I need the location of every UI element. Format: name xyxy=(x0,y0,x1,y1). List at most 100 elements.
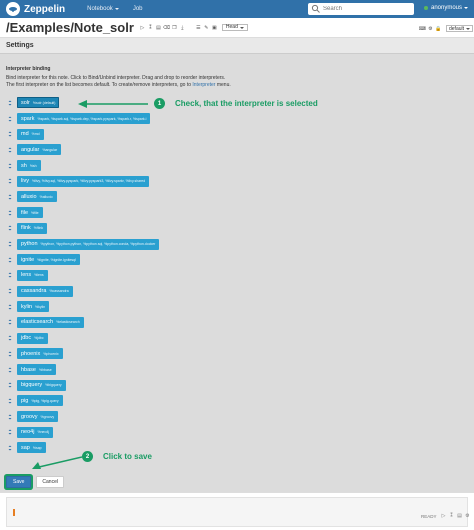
interpreter-row-groovy: groovy %groovy xyxy=(6,409,468,425)
drag-handle-icon[interactable] xyxy=(6,334,14,342)
annotation-step-2-text: Click to save xyxy=(103,452,152,461)
run-paragraph-icon[interactable]: ▷ xyxy=(441,513,446,519)
toggle-editor-icon[interactable]: ⁑ xyxy=(449,513,454,519)
annotation-step-1-number: 1 xyxy=(154,98,165,109)
interpreter-name: jdbc xyxy=(21,335,32,342)
paragraph-gear-icon[interactable]: ⚙ xyxy=(465,513,470,519)
chevron-down-icon xyxy=(466,27,471,30)
drag-handle-icon[interactable] xyxy=(6,271,14,279)
annotation-step-2: 2 Click to save xyxy=(82,451,152,462)
export-icon[interactable]: ⤓ xyxy=(180,25,185,31)
lock-icon[interactable]: 🔒 xyxy=(435,26,441,32)
drag-handle-icon[interactable] xyxy=(6,99,14,107)
drag-handle-icon[interactable] xyxy=(6,413,14,421)
interpreter-toggle-cassandra[interactable]: cassandra %cassandra xyxy=(17,285,73,297)
user-menu[interactable]: anonymous xyxy=(424,5,469,11)
interpreter-toggle-angular[interactable]: angular %angular xyxy=(17,144,62,156)
chevron-down-icon xyxy=(239,26,244,29)
toggle-output-icon[interactable]: ▤ xyxy=(457,513,462,519)
toggle-output-icon[interactable]: ▤ xyxy=(156,25,161,31)
search-input[interactable] xyxy=(323,6,411,12)
interpreter-row-alluxio: alluxio %alluxio xyxy=(6,189,468,205)
interpreter-row-python: python %python, %python.python, %python.s… xyxy=(6,236,468,252)
interpreter-aliases: %cassandra xyxy=(49,289,69,294)
interpreter-aliases: %angular xyxy=(42,147,58,152)
interpreter-toggle-jdbc[interactable]: jdbc %jdbc xyxy=(17,332,48,344)
interpreter-toggle-sh[interactable]: sh %sh xyxy=(17,160,41,172)
keyboard-icon[interactable]: ⌨ xyxy=(419,26,426,32)
commit-icon[interactable]: ✎ xyxy=(204,25,209,31)
interpreter-toggle-file[interactable]: file %file xyxy=(17,207,43,219)
drag-handle-icon[interactable] xyxy=(6,444,14,452)
paragraph-editor[interactable]: READY ▷ ⁑ ▤ ⚙ xyxy=(6,497,470,527)
drag-handle-icon[interactable] xyxy=(6,366,14,374)
search-box[interactable] xyxy=(308,3,414,15)
drag-handle-icon[interactable] xyxy=(6,115,14,123)
drag-handle-icon[interactable] xyxy=(6,256,14,264)
interpreter-toggle-kylin[interactable]: kylin %kylin xyxy=(17,301,50,313)
clear-output-icon[interactable]: ⌫ xyxy=(163,25,170,31)
interpreter-toggle-md[interactable]: md %md xyxy=(17,128,44,140)
drag-handle-icon[interactable] xyxy=(6,146,14,154)
annotation-arrow-2 xyxy=(32,456,82,469)
interpreter-toggle-bigquery[interactable]: bigquery %bigquery xyxy=(17,379,66,391)
drag-handle-icon[interactable] xyxy=(6,287,14,295)
drag-handle-icon[interactable] xyxy=(6,318,14,326)
run-all-icon[interactable]: ▷ xyxy=(140,25,145,31)
interpreter-toggle-flink[interactable]: flink %flink xyxy=(17,222,48,234)
interpreter-toggle-sap[interactable]: sap %sap xyxy=(17,442,46,454)
layout-select[interactable]: default xyxy=(446,25,474,32)
interpreter-toggle-alluxio[interactable]: alluxio %alluxio xyxy=(17,191,57,203)
revision-select[interactable]: Head xyxy=(221,24,248,31)
interpreter-toggle-lens[interactable]: lens %lens xyxy=(17,269,48,281)
interpreter-toggle-hbase[interactable]: hbase %hbase xyxy=(17,364,56,376)
interpreter-toggle-livy[interactable]: livy %livy, %livy.sql, %livy.pyspark, %li… xyxy=(17,175,150,187)
note-right-tools: ⌨ ⚙ 🔒 default xyxy=(419,25,474,32)
interpreter-toggle-elasticsearch[interactable]: elasticsearch %elasticsearch xyxy=(17,316,84,328)
interpreter-name: sap xyxy=(21,444,30,451)
clone-icon[interactable]: ❐ xyxy=(172,25,177,31)
drag-handle-icon[interactable] xyxy=(6,350,14,358)
interpreter-aliases: %solr (default) xyxy=(32,100,56,105)
version-icon[interactable]: ☰ xyxy=(196,25,201,31)
save-button[interactable]: Save xyxy=(6,476,32,488)
editor-cursor xyxy=(13,509,15,516)
interpreter-toggle-spark[interactable]: spark %spark, %spark.sql, %spark.dep, %sp… xyxy=(17,113,151,125)
drag-handle-icon[interactable] xyxy=(6,209,14,217)
interpreter-row-lens: lens %lens xyxy=(6,268,468,284)
interpreter-aliases: %neo4j xyxy=(37,430,50,435)
interpreter-toggle-pig[interactable]: pig %pig, %pig.query xyxy=(17,395,63,407)
compare-icon[interactable]: ▣ xyxy=(212,25,217,31)
interpreter-toggle-groovy[interactable]: groovy %groovy xyxy=(17,411,59,423)
interpreter-toggle-python[interactable]: python %python, %python.python, %python.s… xyxy=(17,238,160,250)
drag-handle-icon[interactable] xyxy=(6,193,14,201)
chevron-down-icon xyxy=(114,8,119,10)
nav-job-link[interactable]: Job xyxy=(133,6,143,12)
interpreter-menu-link[interactable]: Interpreter xyxy=(192,82,215,88)
drag-handle-icon[interactable] xyxy=(6,303,14,311)
drag-handle-icon[interactable] xyxy=(6,381,14,389)
cancel-button[interactable]: Cancel xyxy=(36,476,64,488)
nav-notebook-menu[interactable]: Notebook xyxy=(87,6,119,12)
drag-handle-icon[interactable] xyxy=(6,240,14,248)
interpreter-aliases: %sap xyxy=(32,445,42,450)
drag-handle-icon[interactable] xyxy=(6,397,14,405)
interpreter-toggle-solr[interactable]: solr %solr (default) xyxy=(17,97,60,109)
interpreter-toggle-ignite[interactable]: ignite %ignite, %ignite.ignitesql xyxy=(17,254,80,266)
interpreter-aliases: %kylin xyxy=(35,304,46,309)
interpreter-toggle-phoenix[interactable]: phoenix %phoenix xyxy=(17,348,63,360)
interpreter-aliases: %file xyxy=(31,210,39,215)
annotation-step-1-text: Check, that the interpreter is selected xyxy=(175,99,318,108)
toggle-code-icon[interactable]: ⁑ xyxy=(148,25,153,31)
connection-status-dot xyxy=(424,6,428,10)
drag-handle-icon[interactable] xyxy=(6,177,14,185)
drag-handle-icon[interactable] xyxy=(6,428,14,436)
drag-handle-icon[interactable] xyxy=(6,130,14,138)
drag-handle-icon[interactable] xyxy=(6,224,14,232)
drag-handle-icon[interactable] xyxy=(6,162,14,170)
page-title[interactable]: /Examples/Note_solr xyxy=(6,20,134,35)
brand-logo[interactable]: Zeppelin xyxy=(6,2,65,16)
interpreter-row-pig: pig %pig, %pig.query xyxy=(6,393,468,409)
gear-icon[interactable]: ⚙ xyxy=(428,26,433,32)
interpreter-toggle-neo4j[interactable]: neo4j %neo4j xyxy=(17,426,54,438)
